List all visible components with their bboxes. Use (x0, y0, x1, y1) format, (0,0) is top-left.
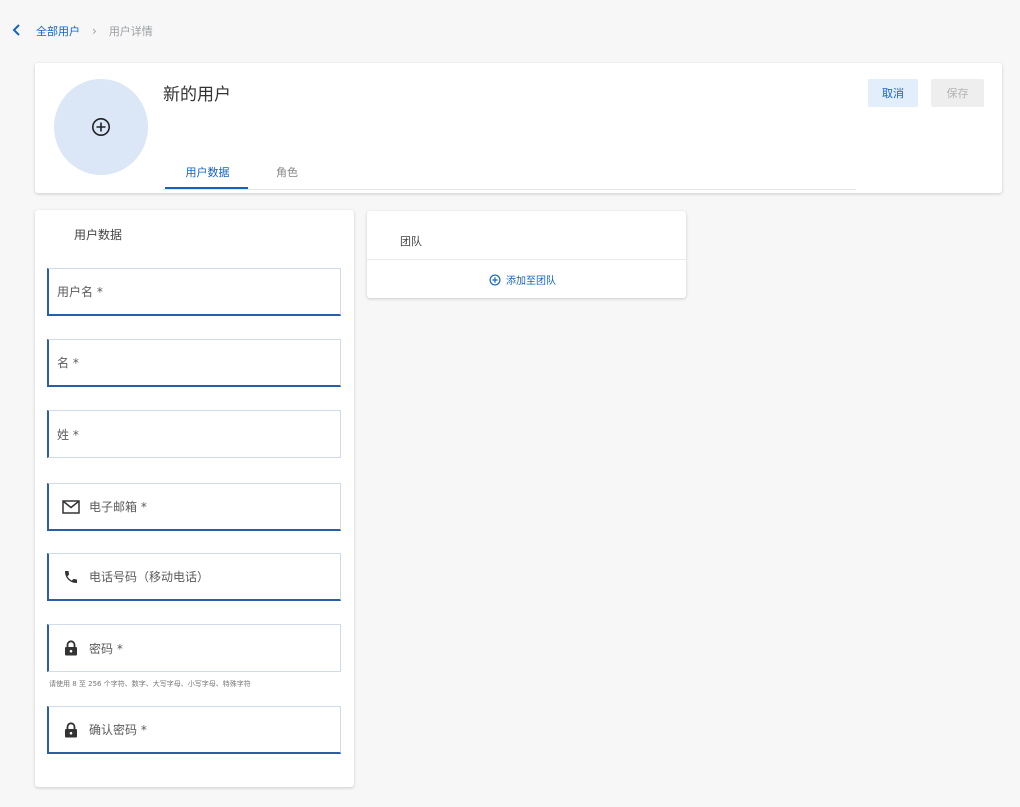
page-title: 新的用户 (163, 85, 231, 105)
first-name-label: 名 * (57, 356, 79, 370)
first-name-field[interactable]: 名 * (47, 339, 341, 387)
last-name-label: 姓 * (57, 427, 79, 442)
phone-field[interactable]: 电话号码（移动电话） (47, 553, 341, 601)
confirm-password-field[interactable]: 确认密码 * (47, 706, 341, 754)
breadcrumb: 全部用户 › 用户详情 (12, 22, 153, 40)
chevron-left-icon[interactable] (12, 23, 26, 39)
team-card: 团队 添加至团队 (367, 211, 686, 298)
team-divider (367, 259, 686, 260)
username-field[interactable]: 用户名 * (47, 268, 341, 316)
password-field[interactable]: 密码 * (47, 624, 341, 672)
mail-icon (61, 499, 81, 514)
team-heading: 团队 (400, 235, 422, 248)
last-name-field[interactable]: 姓 * (47, 410, 341, 458)
active-tab-indicator (165, 187, 248, 189)
user-data-card: 用户数据 用户名 * 名 * 姓 * 电子邮箱 * 电话号码（移动电话） 密码 … (35, 210, 354, 787)
breadcrumb-current: 用户详情 (108, 25, 153, 38)
add-circle-icon (92, 118, 110, 136)
phone-icon (61, 569, 81, 585)
avatar-upload[interactable] (54, 79, 148, 175)
breadcrumb-separator: › (92, 24, 97, 38)
email-label: 电子邮箱 * (89, 500, 147, 514)
tabs-divider (163, 189, 856, 190)
username-label: 用户名 * (57, 285, 103, 299)
lock-icon (61, 721, 81, 738)
add-to-team-button[interactable]: 添加至团队 (489, 272, 556, 287)
add-to-team-label: 添加至团队 (506, 276, 556, 287)
lock-icon (61, 640, 81, 656)
cancel-button[interactable]: 取消 (868, 79, 918, 107)
confirm-password-label: 确认密码 * (89, 723, 147, 737)
save-button[interactable]: 保存 (931, 79, 984, 107)
email-field[interactable]: 电子邮箱 * (47, 483, 341, 531)
password-label: 密码 * (89, 641, 123, 656)
user-data-heading: 用户数据 (74, 228, 123, 242)
phone-label: 电话号码（移动电话） (89, 570, 210, 584)
add-circle-icon (489, 273, 501, 286)
tab-role[interactable]: 角色 (265, 164, 309, 190)
user-header-card: 新的用户 用户数据 角色 取消 保存 (35, 63, 1002, 193)
breadcrumb-all-users-link[interactable]: 全部用户 (36, 23, 80, 39)
password-hint: 请使用 8 至 256 个字符、数字、大写字母、小写字母、特殊字符 (49, 680, 251, 688)
